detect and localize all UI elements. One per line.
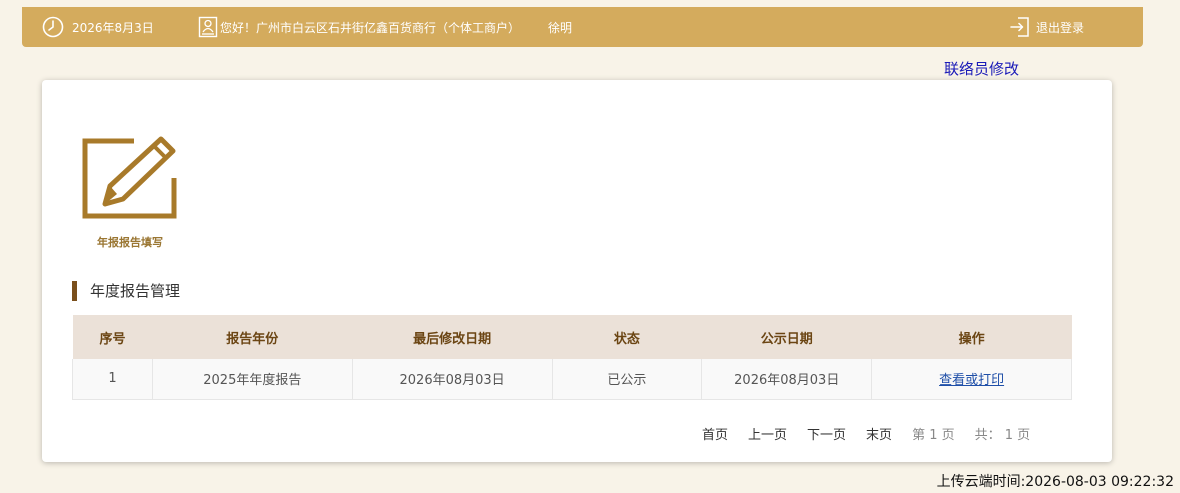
col-header-published: 公示日期 bbox=[701, 315, 872, 359]
current-page: 第 1 页 bbox=[912, 427, 955, 443]
date-display: 2026年8月3日 bbox=[42, 7, 154, 47]
first-page-button[interactable]: 首页 bbox=[702, 424, 728, 443]
col-header-year: 报告年份 bbox=[152, 315, 353, 359]
logout-label: 退出登录 bbox=[1036, 20, 1085, 35]
table-row: 1 2025年年度报告 2026年08月03日 已公示 2026年08月03日 … bbox=[72, 359, 1072, 400]
section-title: 年度报告管理 bbox=[72, 281, 180, 301]
greeting: 您好！广州市白云区石井街亿鑫百货商行（个体工商户） bbox=[198, 7, 520, 47]
report-fill-button[interactable]: 年报报告填写 bbox=[82, 132, 178, 250]
col-header-index: 序号 bbox=[72, 315, 153, 359]
user-badge-icon bbox=[198, 16, 218, 38]
logout-icon bbox=[1010, 16, 1030, 38]
col-header-action: 操作 bbox=[871, 315, 1072, 359]
cell-status: 已公示 bbox=[551, 359, 702, 400]
top-bar: 2026年8月3日 您好！广州市白云区石井街亿鑫百货商行（个体工商户） 徐明 退… bbox=[22, 7, 1143, 47]
view-print-link[interactable]: 查看或打印 bbox=[939, 373, 1004, 388]
prev-page-button[interactable]: 上一页 bbox=[748, 424, 787, 443]
cell-action: 查看或打印 bbox=[871, 359, 1072, 400]
user-name: 徐明 bbox=[548, 7, 572, 47]
annual-report-table: 序号 报告年份 最后修改日期 状态 公示日期 操作 1 2025年年度报告 20… bbox=[72, 315, 1072, 400]
pagination: 首页 上一页 下一页 末页 第 1 页 共： 1 页 bbox=[702, 423, 1030, 443]
cell-index: 1 bbox=[72, 359, 153, 400]
clock-icon bbox=[42, 16, 64, 38]
next-page-button[interactable]: 下一页 bbox=[807, 424, 846, 443]
cell-year: 2025年年度报告 bbox=[151, 359, 353, 400]
upload-time: 上传云端时间:2026-08-03 09:22:32 bbox=[936, 474, 1174, 490]
user-name-text: 徐明 bbox=[548, 20, 573, 35]
date-text: 2026年8月3日 bbox=[72, 20, 154, 35]
table-header-row: 序号 报告年份 最后修改日期 状态 公示日期 操作 bbox=[72, 315, 1072, 359]
col-header-modified: 最后修改日期 bbox=[352, 315, 552, 359]
col-header-status: 状态 bbox=[552, 315, 702, 359]
total-pages: 共： 1 页 bbox=[974, 427, 1031, 443]
cell-published: 2026年08月03日 bbox=[701, 359, 872, 400]
report-fill-label: 年报报告填写 bbox=[97, 236, 163, 249]
cell-modified: 2026年08月03日 bbox=[351, 359, 552, 400]
logout-button[interactable]: 退出登录 bbox=[1010, 7, 1084, 47]
last-page-button[interactable]: 末页 bbox=[866, 424, 892, 443]
liaison-edit-link[interactable]: 联络员修改 bbox=[944, 58, 1019, 79]
greeting-text: 您好！广州市白云区石井街亿鑫百货商行（个体工商户） bbox=[220, 20, 521, 35]
main-panel: 年报报告填写 年度报告管理 序号 报告年份 最后修改日期 状态 公示日期 操作 … bbox=[42, 80, 1112, 462]
edit-pencil-icon bbox=[82, 132, 178, 224]
